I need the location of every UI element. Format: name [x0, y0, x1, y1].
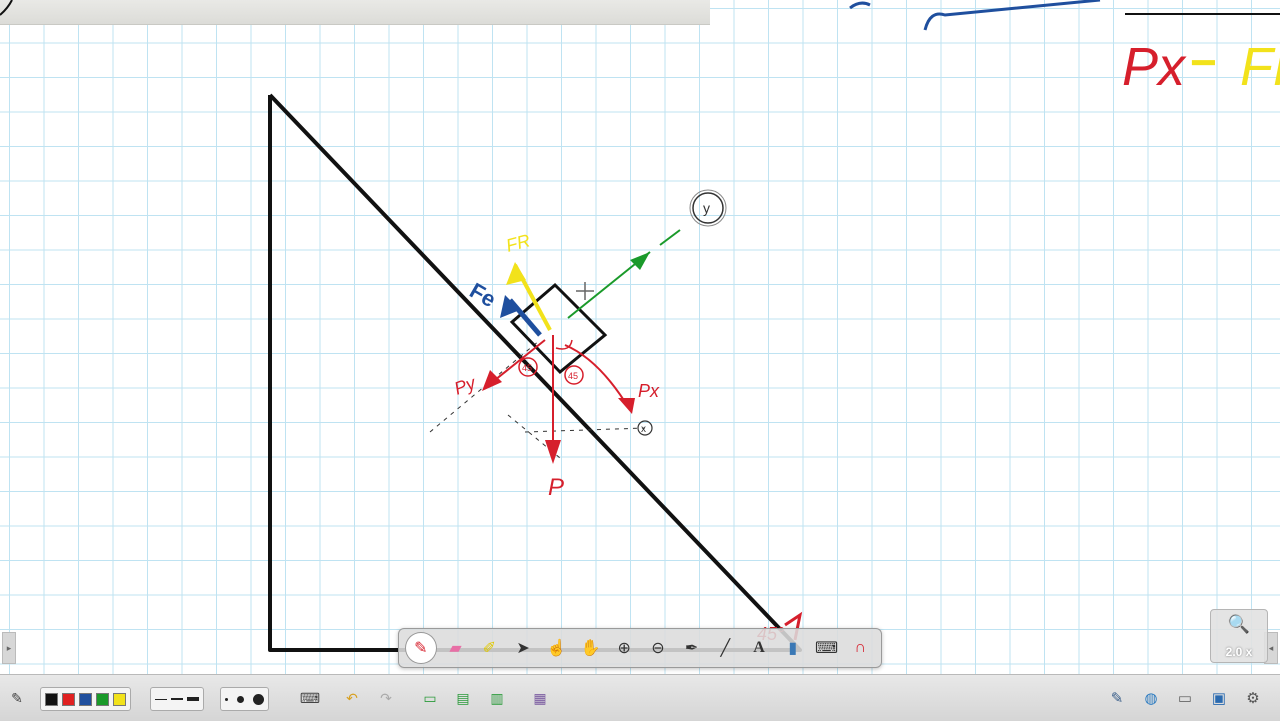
bottom-toolbar: ✎ ⌨ ↶ ↷ ▭ ▤ ▥ ▦ ✎ ◍ ▭ ▣ ⚙	[0, 674, 1280, 721]
zoom-in-tool-icon[interactable]: ⊕	[609, 633, 639, 663]
floating-toolbar: ✎ ▰ ✐ ➤ ☝ ✋ ⊕ ⊖ ✒ ╱ A ▮ ⌨ ∩	[398, 628, 882, 668]
highlighter-tool-icon[interactable]: ✐	[474, 633, 504, 663]
point-size-group	[220, 687, 269, 711]
weight-y-arrowhead	[482, 370, 502, 391]
point-medium-icon[interactable]	[237, 695, 244, 703]
line-thin-icon[interactable]	[155, 698, 167, 700]
left-side-handle[interactable]: ▸	[2, 632, 16, 664]
settings-gear-icon[interactable]: ⚙	[1242, 687, 1264, 709]
label-axis-y: y	[703, 200, 710, 216]
select-arrow-tool-icon[interactable]: ➤	[508, 633, 538, 663]
label-weight-x: Px	[638, 381, 660, 401]
text-tool-icon[interactable]: A	[744, 633, 774, 663]
keyboard-icon[interactable]: ⌨	[298, 687, 322, 709]
color-swatch-red[interactable]	[62, 692, 75, 706]
pen-edit-icon[interactable]: ✎	[1106, 687, 1128, 709]
color-swatch-yellow[interactable]	[113, 692, 126, 706]
zoom-level: 2.0 x	[1225, 645, 1253, 659]
point-small-icon[interactable]	[225, 697, 228, 701]
formula-px: Px	[1122, 37, 1187, 97]
line-tool-icon[interactable]: ╱	[710, 633, 740, 663]
pen-tool-icon[interactable]: ✎	[405, 632, 437, 664]
formula-black-stroke	[0, 0, 13, 16]
formula-minus: −	[1190, 36, 1217, 88]
label-angle-2: 45	[568, 371, 578, 381]
color-palette	[40, 687, 131, 711]
line-thick-icon[interactable]	[187, 697, 199, 701]
eraser-tool-icon[interactable]: ▰	[441, 633, 471, 663]
zoom-out-tool-icon[interactable]: ⊖	[643, 633, 673, 663]
weight-arrowhead	[545, 440, 561, 464]
folder-icon[interactable]: ▭	[1174, 687, 1196, 709]
pan-hand-tool-icon[interactable]: ✋	[576, 633, 606, 663]
pen-menu-icon[interactable]: ✎	[6, 687, 28, 709]
point-large-icon[interactable]	[253, 693, 264, 705]
crosshair-cursor-icon	[576, 282, 594, 300]
formula-fr: FR	[1240, 37, 1280, 97]
axis-y-arrowhead	[630, 252, 650, 270]
whiteboard-canvas[interactable]: FR Fe Py P Px y x 45 45 45° Px − FR ▸ ◂ …	[0, 0, 1280, 674]
line-medium-icon[interactable]	[171, 698, 183, 700]
gallery-icon[interactable]: ▦	[528, 687, 552, 709]
gesture-hand-tool-icon[interactable]: ☝	[542, 633, 572, 663]
undo-icon[interactable]: ↶	[340, 687, 364, 709]
zoom-magnifier-icon: 🔍	[1227, 614, 1251, 634]
line-width-group	[150, 687, 204, 711]
page-edit-icon[interactable]: ▤	[452, 687, 474, 709]
new-page-icon[interactable]: ▭	[418, 687, 442, 709]
pen-settings-tool-icon[interactable]: ✒	[677, 633, 707, 663]
label-weight: P	[548, 474, 564, 501]
weight-x-arrowhead	[618, 398, 635, 414]
dashed-axis-y	[524, 427, 646, 433]
page-copy-icon[interactable]: ▥	[486, 687, 508, 709]
label-angle-1: 45	[522, 363, 532, 373]
magnet-tool-icon[interactable]: ∩	[845, 633, 875, 663]
color-swatch-black[interactable]	[45, 692, 58, 706]
label-friction: FR	[504, 230, 532, 256]
color-swatch-blue[interactable]	[79, 692, 92, 706]
redo-icon[interactable]: ↷	[374, 687, 398, 709]
zoom-indicator[interactable]: 🔍 2.0 x	[1210, 609, 1268, 663]
drawing-layer: FR Fe Py P Px y x 45 45 45° Px − FR	[0, 0, 1280, 652]
axis-y-arrowhead-2	[659, 229, 681, 246]
globe-icon[interactable]: ◍	[1140, 687, 1162, 709]
label-axis-x: x	[641, 424, 646, 435]
label-weight-y: Py	[452, 372, 480, 398]
fill-tool-icon[interactable]: ▮	[778, 633, 808, 663]
display-icon[interactable]: ▣	[1208, 687, 1230, 709]
formula-blue-stroke	[849, 0, 1101, 31]
keyboard-tool-icon[interactable]: ⌨	[812, 633, 842, 663]
color-swatch-green[interactable]	[96, 692, 109, 706]
